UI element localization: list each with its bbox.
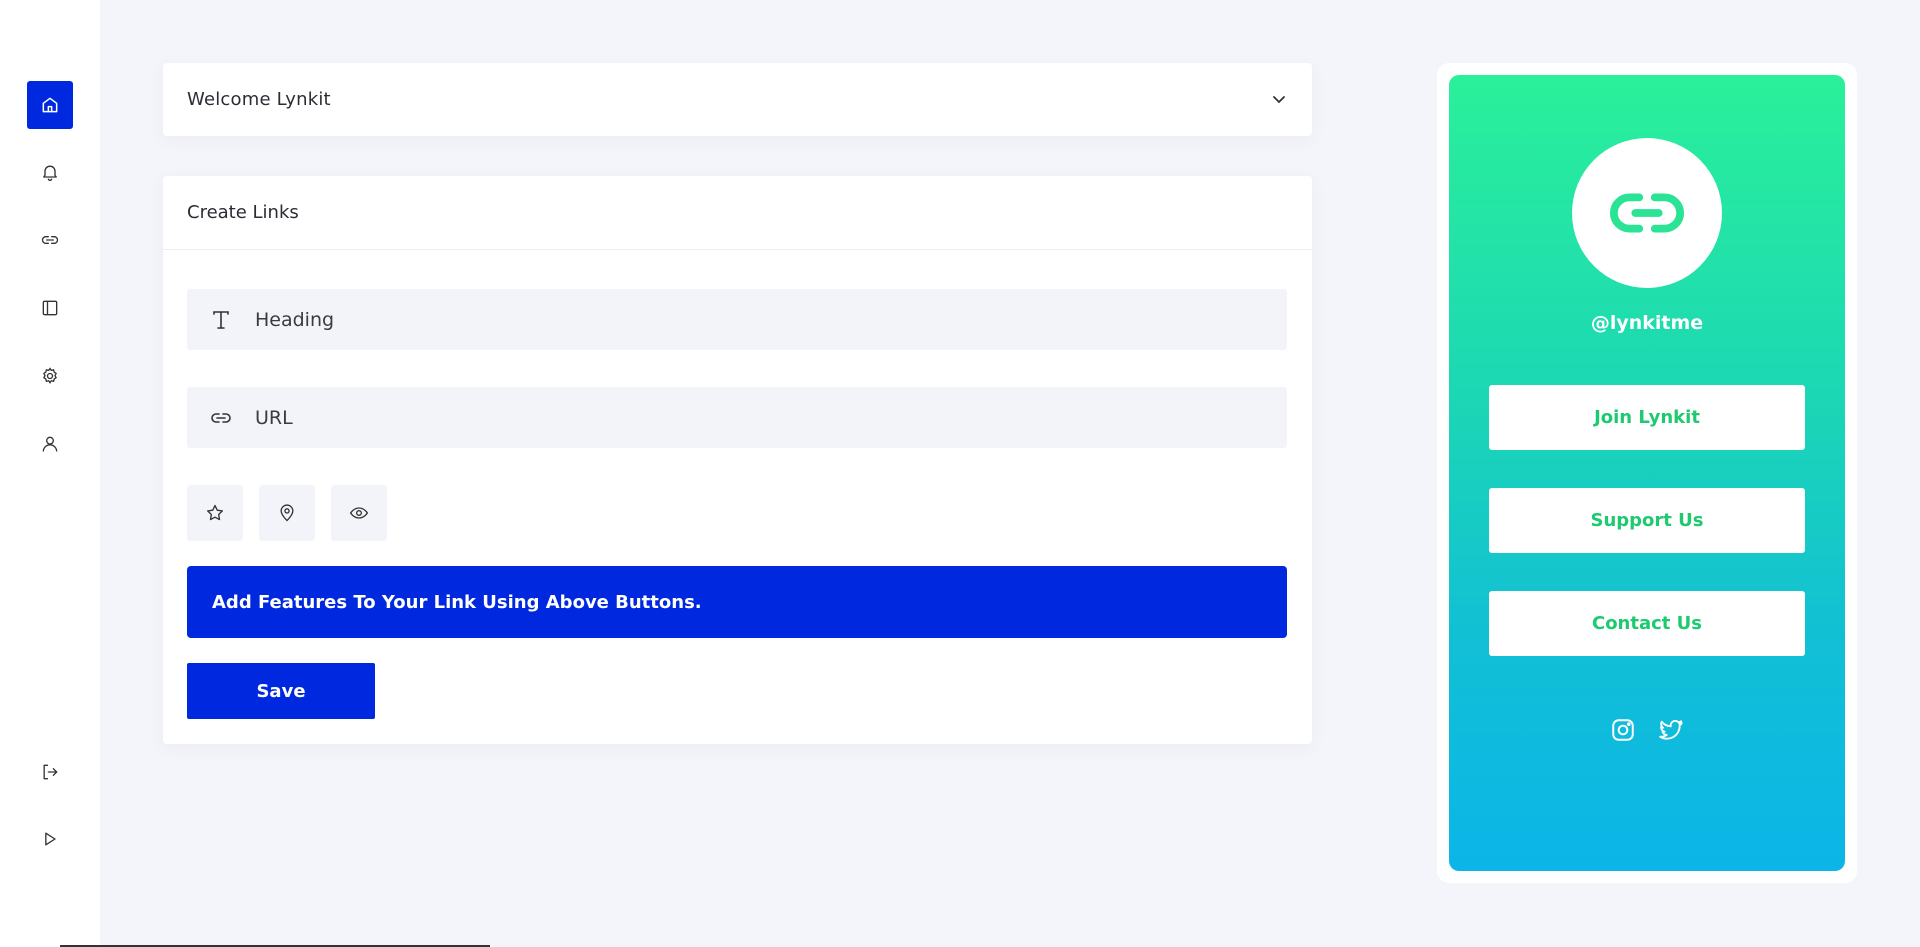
- preview-link-support[interactable]: Support Us: [1489, 488, 1805, 553]
- heading-field-label: Heading: [255, 308, 335, 331]
- chevron-down-icon[interactable]: [1271, 91, 1287, 107]
- sidebar-item-settings[interactable]: [27, 352, 73, 400]
- star-icon: [207, 504, 223, 521]
- star-feature-button[interactable]: [187, 485, 243, 541]
- sidebar-item-logout[interactable]: [27, 748, 73, 796]
- url-field-label: URL: [255, 406, 293, 429]
- preview-screen: @lynkitme Join Lynkit Support Us Contact…: [1449, 75, 1845, 871]
- instagram-icon[interactable]: [1610, 717, 1636, 743]
- sidebar-panel-icon: [42, 300, 58, 316]
- sidebar: [0, 0, 100, 947]
- text-icon: [187, 308, 255, 332]
- profile-handle: @lynkitme: [1590, 312, 1704, 334]
- logout-icon: [43, 764, 58, 780]
- eye-icon: [349, 507, 369, 519]
- link-icon: [1610, 193, 1684, 233]
- bell-icon: [43, 165, 57, 181]
- info-banner: Add Features To Your Link Using Above Bu…: [187, 566, 1287, 638]
- eye-feature-button[interactable]: [331, 485, 387, 541]
- preview-link-contact[interactable]: Contact Us: [1489, 591, 1805, 656]
- play-icon: [45, 832, 56, 846]
- sidebar-item-notifications[interactable]: [27, 148, 73, 196]
- create-links-title: Create Links: [163, 176, 1312, 250]
- sidebar-item-links[interactable]: [27, 216, 73, 264]
- link-icon: [187, 406, 255, 430]
- sidebar-item-play[interactable]: [27, 815, 73, 863]
- avatar: [1572, 138, 1722, 288]
- location-pin-icon: [280, 504, 294, 522]
- sidebar-item-home[interactable]: [27, 81, 73, 129]
- location-feature-button[interactable]: [259, 485, 315, 541]
- preview-link-join[interactable]: Join Lynkit: [1489, 385, 1805, 450]
- gear-icon: [43, 367, 57, 384]
- sidebar-item-profile[interactable]: [27, 420, 73, 468]
- link-icon: [41, 236, 59, 244]
- user-icon: [42, 436, 58, 452]
- url-field[interactable]: URL: [187, 387, 1287, 448]
- welcome-title: Welcome Lynkit: [187, 89, 331, 110]
- home-icon: [42, 97, 58, 113]
- twitter-icon[interactable]: [1658, 717, 1684, 743]
- welcome-panel[interactable]: Welcome Lynkit: [163, 63, 1312, 136]
- heading-field[interactable]: Heading: [187, 289, 1287, 350]
- save-button[interactable]: Save: [187, 663, 375, 719]
- sidebar-item-layout[interactable]: [27, 284, 73, 332]
- profile-preview: @lynkitme Join Lynkit Support Us Contact…: [1437, 63, 1857, 883]
- create-links-panel: Create Links Heading URL Add Features To…: [163, 176, 1312, 744]
